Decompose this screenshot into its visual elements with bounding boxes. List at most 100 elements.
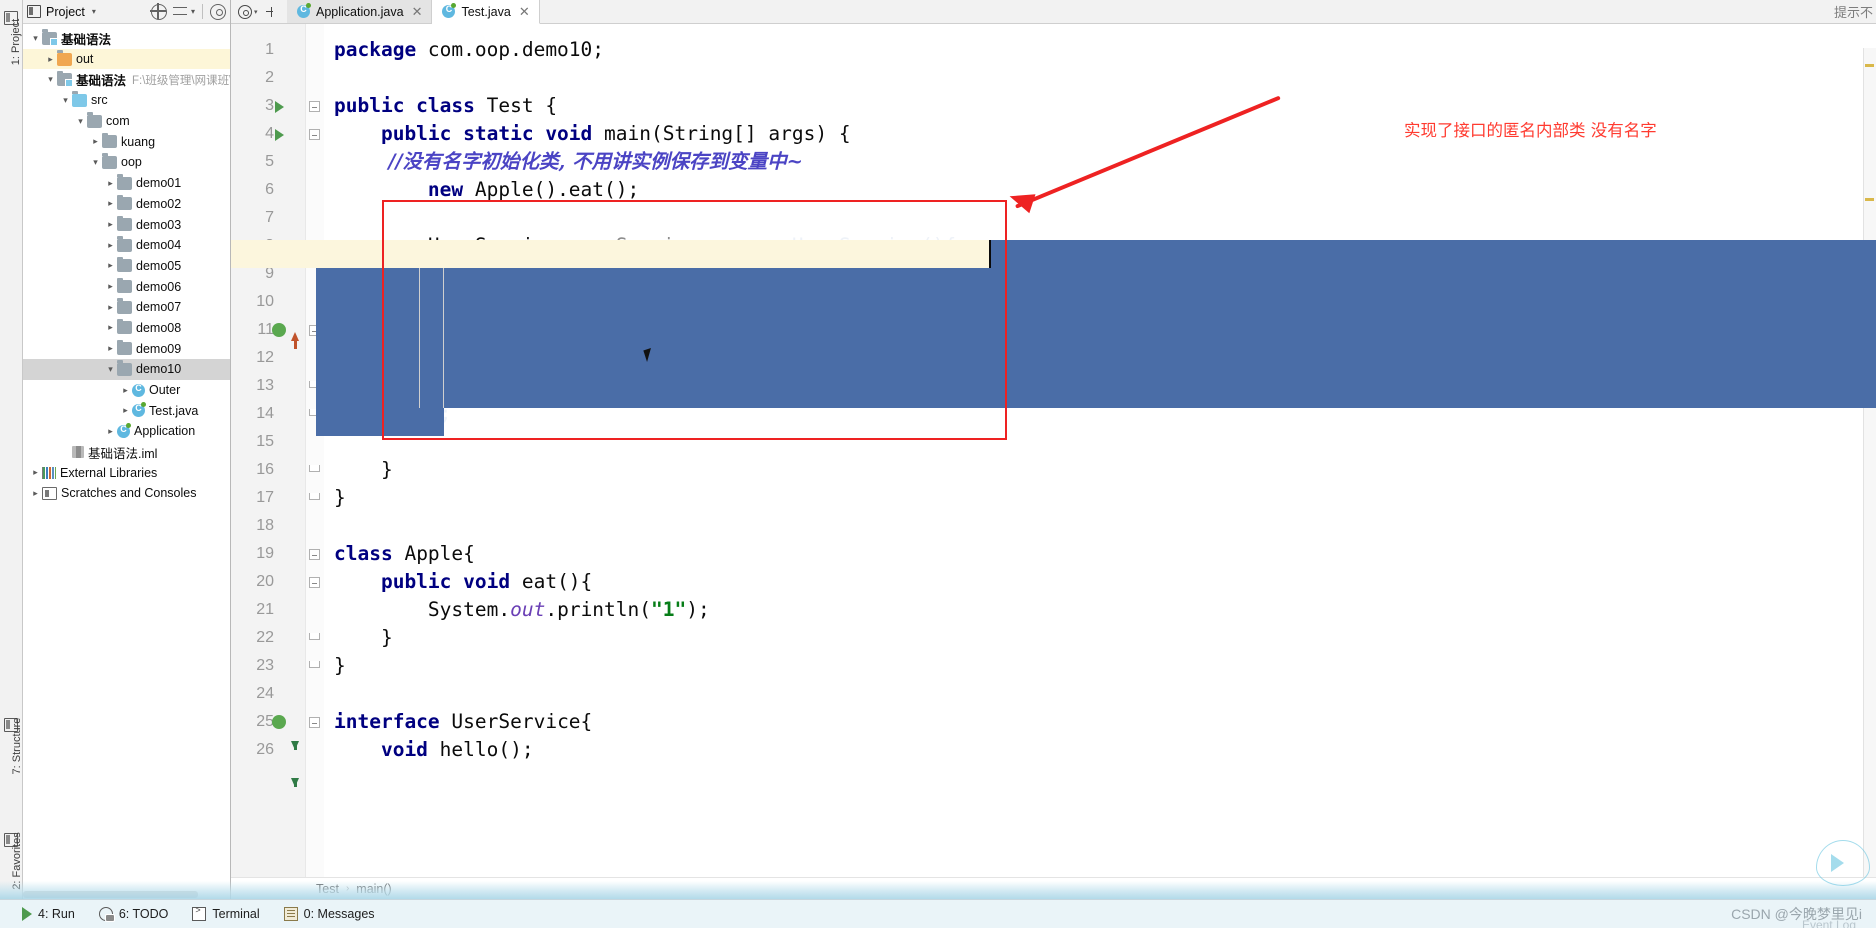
fold-collapse-icon[interactable] [309,101,320,112]
chevron-down-icon[interactable] [89,158,102,167]
chevron-down-icon[interactable] [44,75,57,84]
settings-gear-icon[interactable] [210,3,226,20]
chevron-right-icon[interactable] [44,55,57,64]
chevron-down-icon[interactable]: ▾ [92,7,96,16]
editor-settings-gear-icon[interactable] [238,4,252,19]
collapse-all-icon[interactable] [172,4,188,20]
chevron-right-icon[interactable] [104,323,117,332]
implements-badge-icon[interactable] [272,323,286,337]
code-line-21[interactable]: System.out.println("1"); [334,596,710,624]
collapse-caret-icon[interactable]: ▾ [191,7,195,16]
tree-item-ScratchesandConsoles[interactable]: Scratches and Consoles [23,483,230,504]
tree-item-demo02[interactable]: demo02 [23,194,230,215]
editor-tab-application-java[interactable]: Application.java ✕ [287,0,433,23]
breadcrumb[interactable]: Test › main() [231,877,1876,899]
editor-settings-caret-icon[interactable]: ▾ [254,8,258,16]
chevron-down-icon[interactable] [104,365,117,374]
chevron-down-icon[interactable] [74,117,87,126]
code-line-6[interactable]: new Apple().eat(); [334,176,639,204]
chevron-right-icon[interactable] [104,220,117,229]
editor-tab-test-java[interactable]: Test.java ✕ [432,0,540,24]
status-bar-item-6--todo[interactable]: 6: TODO [98,907,168,922]
code-line-4[interactable]: public static void main(String[] args) { [334,120,851,148]
close-icon[interactable]: ✕ [412,4,423,20]
tree-item-com[interactable]: com [23,111,230,132]
fold-end-icon[interactable] [309,493,320,500]
chevron-right-icon[interactable] [119,406,132,415]
status-bar-item-4--run[interactable]: 4: Run [22,907,75,921]
chevron-right-icon[interactable] [29,468,42,477]
run-arrow-icon[interactable] [275,101,284,113]
code-editor[interactable]: 1234567891011121314151617181920212223242… [231,24,1876,899]
fold-end-icon[interactable] [309,633,320,640]
marker-warning[interactable] [1865,198,1874,201]
chevron-right-icon[interactable] [104,427,117,436]
tree-item-demo04[interactable]: demo04 [23,235,230,256]
status-bar-item-terminal[interactable]: Terminal [192,905,260,921]
tool-button-project[interactable]: 1: Project [10,7,22,77]
code-folding-gutter[interactable] [306,24,324,899]
chevron-right-icon[interactable] [29,489,42,498]
code-line-17[interactable]: } [334,484,346,512]
breadcrumb-item-class[interactable]: Test [316,882,339,896]
code-line-1[interactable]: package com.oop.demo10; [334,36,604,64]
tree-item-Test.java[interactable]: Test.java [23,400,230,421]
tree-item-demo10[interactable]: demo10 [23,359,230,380]
fold-collapse-icon[interactable] [309,549,320,560]
fold-collapse-icon[interactable] [309,717,320,728]
code-line-25[interactable]: interface UserService{ [334,708,592,736]
line-number-gutter[interactable]: 1234567891011121314151617181920212223242… [231,24,306,899]
code-line-5[interactable]: //没有名字初始化类, 不用讲实例保存到变量中~ [334,148,803,176]
implementing-up-arrow-icon[interactable] [291,332,299,349]
implemented-down-arrow-icon[interactable] [291,778,299,787]
tree-item-.iml[interactable]: 基础语法.iml [23,442,230,463]
tree-item-demo08[interactable]: demo08 [23,318,230,339]
tree-item-[interactable]: 基础语法 [23,28,230,49]
code-text-area[interactable]: package com.oop.demo10; public class Test… [324,24,1876,899]
tree-item-demo01[interactable]: demo01 [23,173,230,194]
chevron-right-icon[interactable] [119,386,132,395]
tree-item-demo05[interactable]: demo05 [23,256,230,277]
chevron-right-icon[interactable] [104,179,117,188]
tool-button-favorites[interactable]: 2: Favorites [11,816,23,906]
run-arrow-icon[interactable] [275,129,284,141]
chevron-right-icon[interactable] [89,137,102,146]
tool-button-structure[interactable]: 7: Structure [11,701,23,791]
tree-item-demo03[interactable]: demo03 [23,214,230,235]
hide-sidebar-icon[interactable] [265,5,279,19]
fold-end-icon[interactable] [309,465,320,472]
implemented-badge-icon[interactable] [272,715,286,729]
code-line-23[interactable]: } [334,652,346,680]
locate-target-icon[interactable] [149,2,167,20]
chevron-right-icon[interactable] [104,261,117,270]
project-tree[interactable]: 基础语法 out 基础语法 F:\班级管理\网课班\代码\Ja src com kuang o… [23,24,230,899]
breadcrumb-item-method[interactable]: main() [356,882,391,896]
media-play-widget-icon[interactable] [1816,840,1870,886]
fold-end-icon[interactable] [309,661,320,668]
tree-item-out[interactable]: out [23,48,230,70]
chevron-right-icon[interactable] [104,344,117,353]
chevron-right-icon[interactable] [104,282,117,291]
marker-warning[interactable] [1865,64,1874,67]
chevron-right-icon[interactable] [104,199,117,208]
fold-collapse-icon[interactable] [309,577,320,588]
status-bar-item-0--messages[interactable]: 0: Messages [283,907,375,921]
tree-item-demo06[interactable]: demo06 [23,276,230,297]
code-line-22[interactable]: } [334,624,393,652]
tree-item-ExternalLibraries[interactable]: External Libraries [23,462,230,483]
implemented-down-arrow-icon[interactable] [291,741,299,750]
code-line-16[interactable]: } [334,456,393,484]
code-line-19[interactable]: class Apple{ [334,540,475,568]
chevron-right-icon[interactable] [104,303,117,312]
close-icon[interactable]: ✕ [519,4,530,20]
tree-item-[interactable]: 基础语法 F:\班级管理\网课班\代码\Ja [23,69,230,90]
code-line-3[interactable]: public class Test { [334,92,557,120]
tree-item-src[interactable]: src [23,90,230,111]
tree-item-Application[interactable]: Application [23,421,230,442]
code-line-26[interactable]: void hello(); [334,736,534,764]
project-panel-horizontal-scrollbar[interactable] [23,891,198,898]
code-line-20[interactable]: public void eat(){ [334,568,592,596]
tree-item-demo09[interactable]: demo09 [23,338,230,359]
chevron-down-icon[interactable] [59,96,72,105]
tree-item-kuang[interactable]: kuang [23,131,230,152]
